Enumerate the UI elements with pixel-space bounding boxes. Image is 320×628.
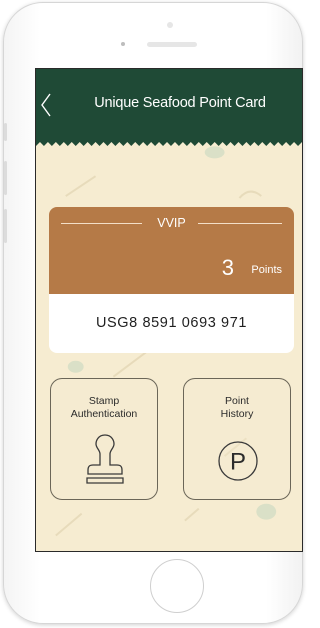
card-top-section: VVIP 3 Points (49, 207, 294, 294)
point-history-button[interactable]: Point History P (183, 378, 291, 500)
card-number: USG8 8591 0693 971 (95, 315, 248, 331)
parking-p-icon: P (218, 441, 258, 481)
stamp-authentication-button[interactable]: Stamp Authentication (50, 378, 158, 500)
points-unit: Points (251, 264, 282, 276)
volume-up-button (4, 161, 7, 195)
sensor-dot (121, 42, 125, 46)
stamp-authentication-label: Stamp Authentication (70, 395, 138, 420)
stamp-icon (86, 434, 124, 484)
app-header: Unique Seafood Point Card (36, 69, 302, 141)
home-button[interactable] (150, 559, 204, 613)
back-chevron-icon[interactable] (38, 91, 56, 119)
header-zigzag-edge (36, 141, 302, 146)
point-card: VVIP 3 Points USG8 8591 0693 971 (49, 207, 294, 353)
speaker-grille (147, 42, 197, 47)
camera-icon (167, 22, 173, 28)
mute-switch (4, 123, 7, 141)
page-title: Unique Seafood Point Card (94, 95, 266, 111)
tier-divider-right (198, 223, 282, 224)
p-letter: P (230, 449, 246, 476)
point-history-label: Point History (220, 395, 254, 420)
points-value: 3 (221, 255, 234, 280)
card-bottom-section: USG8 8591 0693 971 (49, 294, 294, 353)
volume-down-button (4, 209, 7, 243)
app-screen: Unique Seafood Point Card VVIP 3 Points … (35, 68, 303, 552)
